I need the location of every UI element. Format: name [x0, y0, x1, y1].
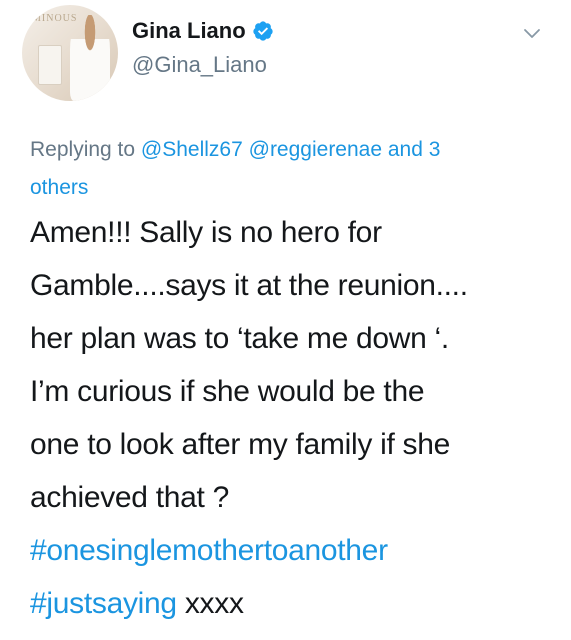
mention-link[interactable]: @Shellz67 — [141, 138, 243, 161]
tweet: MINOUS Gina Liano @Gina_Liano Replying t… — [0, 0, 571, 640]
tweet-text: Amen!!! Sally is no hero for Gamble....s… — [30, 206, 550, 630]
tweet-text-line: #onesinglemothertoanother — [30, 524, 550, 577]
display-name[interactable]: Gina Liano — [132, 18, 246, 44]
tweet-text-suffix: xxxx — [184, 587, 244, 620]
tweet-text-line: achieved that ? — [30, 481, 229, 514]
hashtag-link[interactable]: #justsaying — [30, 587, 177, 620]
avatar-perfume-bottle — [38, 45, 62, 85]
tweet-text-line: Amen!!! Sally is no hero for — [30, 216, 382, 249]
replying-to-label: Replying to — [30, 138, 136, 161]
replying-to: Replying to @Shellz67 @reggierenae and 3… — [30, 131, 550, 207]
hashtag-link[interactable]: #onesinglemothertoanother — [30, 534, 388, 567]
avatar[interactable]: MINOUS — [22, 5, 118, 101]
mention-link[interactable]: @reggierenae — [249, 138, 382, 161]
tweet-text-line: #justsaying xxxx — [30, 577, 550, 630]
verified-badge-icon — [253, 21, 273, 41]
avatar-person — [70, 15, 110, 101]
others-link[interactable]: and 3 — [388, 138, 441, 161]
user-name-row: Gina Liano — [132, 18, 274, 44]
user-handle[interactable]: @Gina_Liano — [132, 52, 267, 78]
tweet-text-line: Gamble....says it at the reunion.... — [30, 269, 468, 302]
chevron-down-icon[interactable] — [522, 24, 542, 44]
avatar-logo-text: MINOUS — [32, 13, 78, 24]
tweet-text-line: her plan was to ‘take me down ‘. — [30, 322, 449, 355]
tweet-text-line: one to look after my family if she — [30, 428, 450, 461]
others-link[interactable]: others — [30, 176, 88, 199]
tweet-text-line: I’m curious if she would be the — [30, 375, 425, 408]
